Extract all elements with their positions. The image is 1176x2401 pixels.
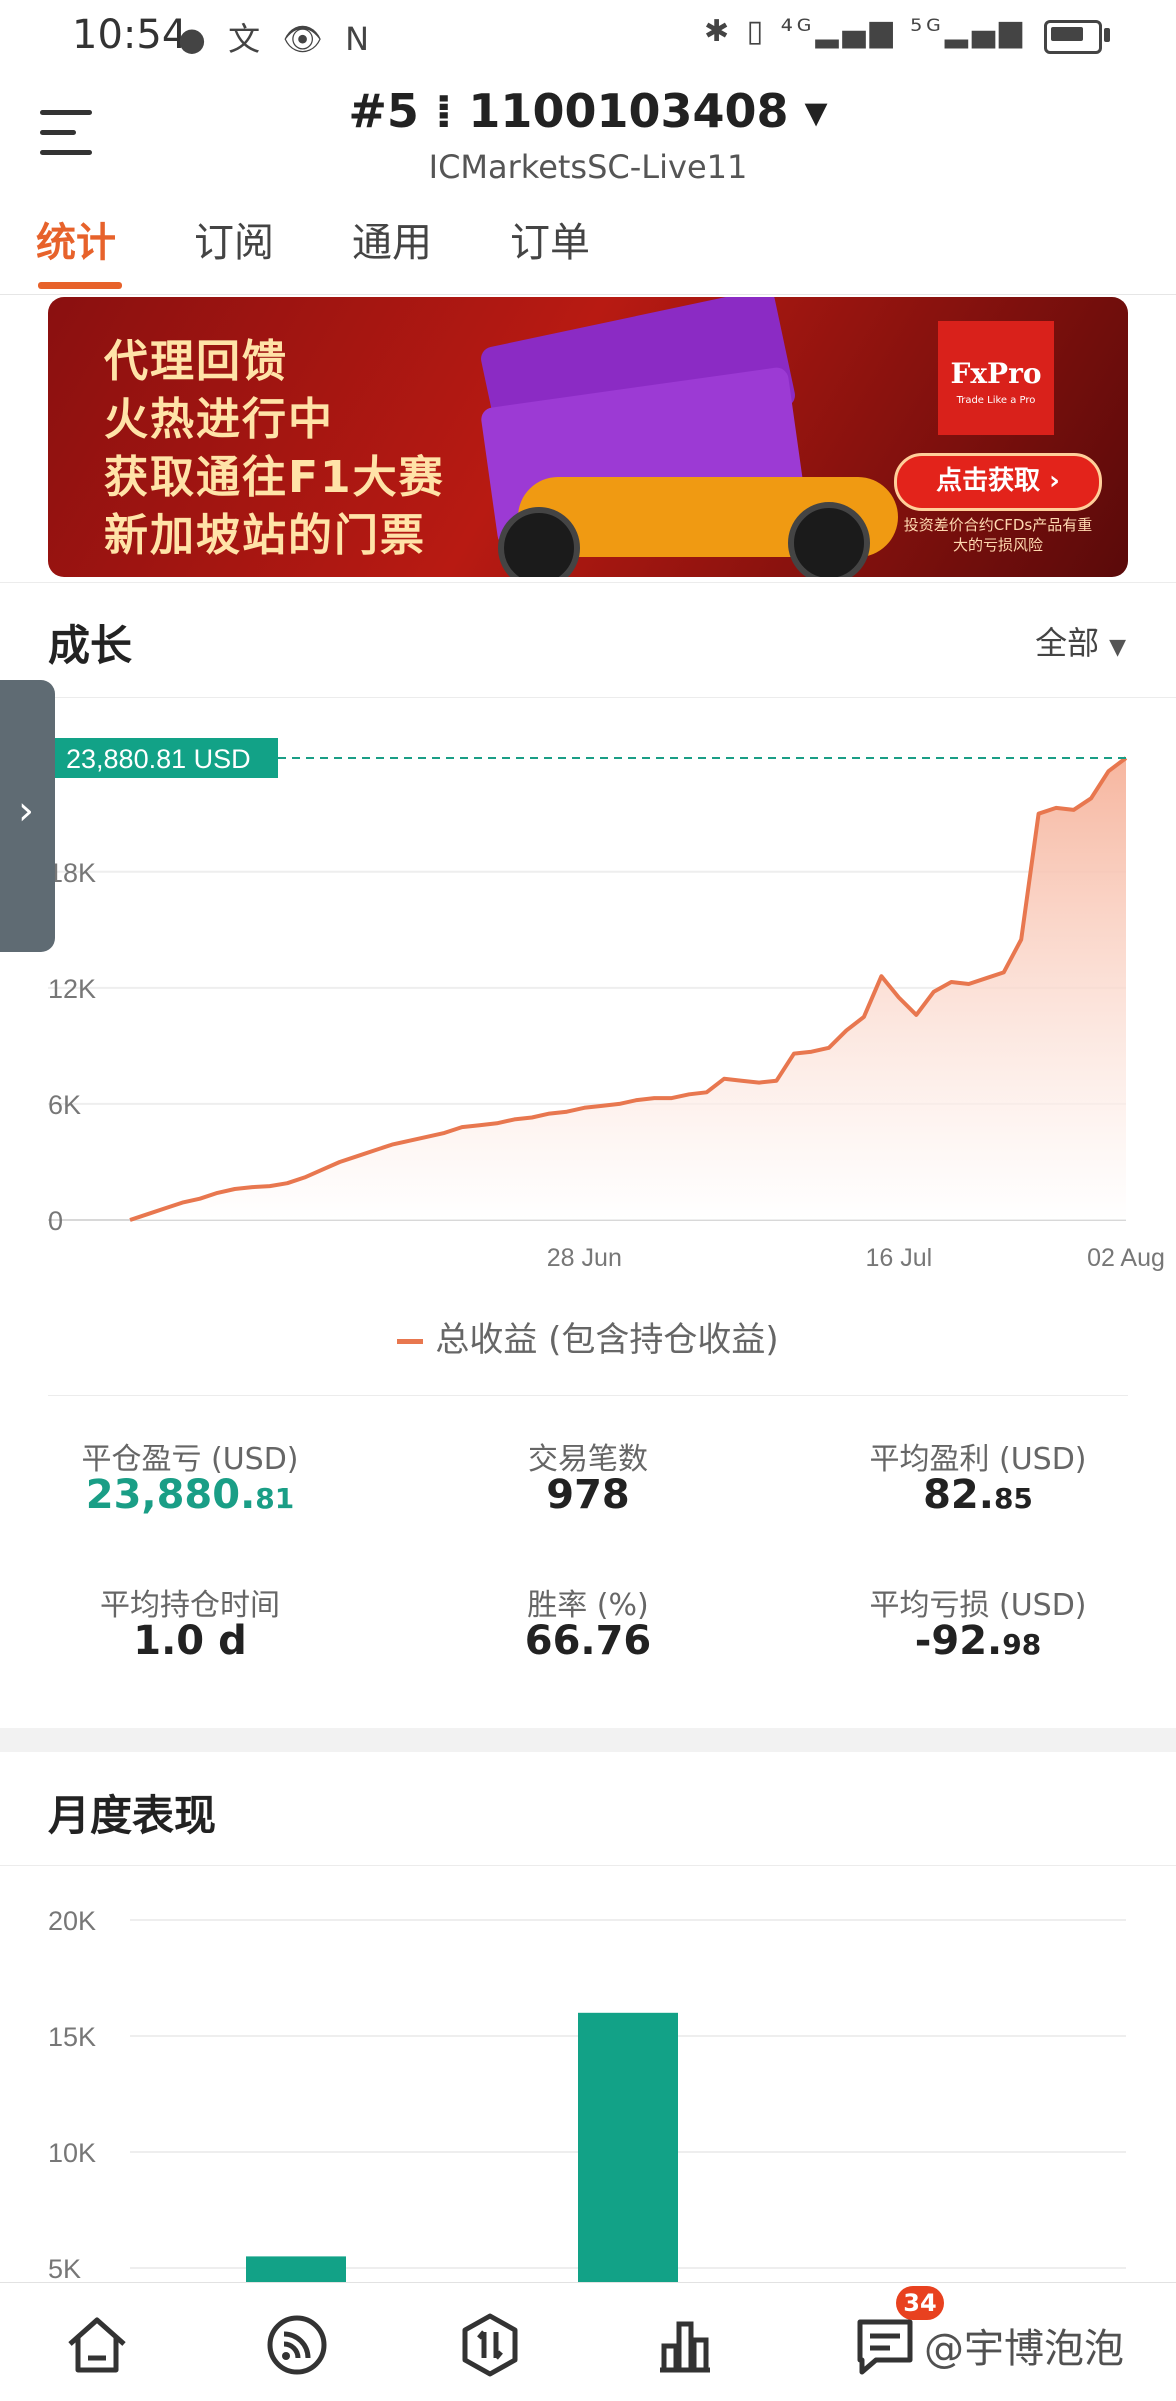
y-tick-label: 12K: [48, 974, 96, 1004]
chart-legend: 总收益 (包含持仓收益): [0, 1312, 1176, 1361]
tab-orders[interactable]: 订单: [510, 210, 590, 268]
stat-value-int: -92.: [914, 1618, 1003, 1664]
stat-value-int: 1.0 d: [133, 1618, 247, 1664]
tab-general[interactable]: 通用: [352, 210, 432, 268]
growth-chart: 0 6K 12K 18K 28 Jun 16 Jul 02 Aug 23,880.81 USD: [48, 738, 1165, 1272]
stat-value-int: 82.: [923, 1472, 994, 1518]
tab-subscribe[interactable]: 订阅: [194, 210, 274, 268]
signal-icons: ✱ ▯ ⁴ᴳ▂▄▆ ⁵ᴳ▂▄▆: [703, 14, 1026, 49]
growth-title: 成长: [48, 621, 133, 670]
stat-value-decimals: 98: [1002, 1628, 1042, 1661]
stats-grid: 平仓盈亏 (USD) 23,880.81 交易笔数 978 平均盈利 (USD) 82.8…: [0, 1420, 1176, 1720]
feed-icon[interactable]: [262, 2310, 332, 2380]
watermark: @宇博泡泡: [924, 2326, 1124, 2372]
monthly-chart: 5K 10K 15K 20K: [48, 1906, 1126, 2282]
divider: [0, 582, 1176, 583]
y-tick-label: 0: [48, 1206, 63, 1236]
stat-value: -92.98: [808, 1618, 1148, 1664]
unread-badge: 34: [896, 2286, 944, 2320]
stat-value: 1.0 d: [20, 1618, 360, 1664]
legend-swatch: [397, 1339, 424, 1344]
current-value-label: 23,880.81 USD: [66, 744, 251, 774]
status-bar: 10:54 ● 文 👁 N ✱ ▯ ⁴ᴳ▂▄▆ ⁵ᴳ▂▄▆: [0, 0, 1176, 72]
home-icon[interactable]: [62, 2310, 132, 2380]
battery-tip: [1104, 28, 1110, 42]
monthly-bar: [246, 2256, 346, 2282]
notification-icons: ● 文 👁 N: [178, 20, 376, 58]
banner-line: 火热进行中: [104, 394, 334, 445]
trade-icon[interactable]: [455, 2310, 525, 2380]
monthly-title: 月度表现: [48, 1791, 217, 1840]
range-dropdown[interactable]: 全部: [1035, 618, 1126, 664]
stat-value-decimals: 81: [255, 1482, 295, 1515]
legend-label: 总收益 (包含持仓收益): [435, 1320, 779, 1360]
active-tab-indicator: [38, 282, 122, 289]
section-gap: [0, 1728, 1176, 1752]
brand-tagline: Trade Like a Pro: [956, 395, 1036, 406]
monthly-bar: [578, 2012, 678, 2282]
fxpro-logo: FxPro Trade Like a Pro: [938, 321, 1054, 435]
x-tick-label: 28 Jun: [547, 1244, 622, 1272]
get-ticket-button[interactable]: 点击获取 ›: [894, 453, 1102, 511]
tab-statistics[interactable]: 统计: [36, 210, 116, 268]
stat-value: 66.76: [418, 1618, 758, 1664]
account-server: ICMarketsSC-Live11: [428, 148, 748, 186]
divider: [48, 1395, 1128, 1396]
stat-value-decimals: 85: [993, 1482, 1033, 1515]
banner-line: 获取通往F1大赛: [104, 452, 445, 503]
stat-value: 978: [418, 1472, 758, 1518]
promo-banner[interactable]: 代理回馈 火热进行中 获取通往F1大赛 新加坡站的门票 FxPro Trade …: [48, 297, 1128, 577]
divider: [0, 697, 1176, 698]
series-area: [130, 758, 1126, 1220]
y-tick-label: 6K: [48, 1090, 81, 1120]
risk-disclaimer: 投资差价合约CFDs产品有重大的亏损风险: [903, 516, 1093, 554]
y-tick-label: 10K: [48, 2138, 96, 2168]
status-time: 10:54: [72, 12, 188, 58]
y-tick-label: 20K: [48, 1906, 96, 1936]
chart-icon[interactable]: [650, 2310, 720, 2380]
x-tick-label: 02 Aug: [1087, 1244, 1165, 1272]
stat-value-int: 978: [546, 1472, 630, 1518]
messages-icon[interactable]: [850, 2310, 920, 2380]
stat-value: 23,880.81: [20, 1472, 360, 1518]
banner-line: 新加坡站的门票: [104, 510, 426, 561]
chevron-right-icon: ›: [18, 788, 34, 834]
y-tick-label: 5K: [48, 2254, 81, 2282]
tab-bar: 统计 订阅 通用 订单: [0, 210, 1176, 295]
side-drawer-handle[interactable]: ›: [0, 680, 55, 952]
banner-text: 代理回馈 火热进行中 获取通往F1大赛 新加坡站的门票: [104, 333, 445, 565]
stat-value-int: 66.76: [524, 1618, 652, 1664]
x-tick-label: 16 Jul: [865, 1244, 932, 1272]
banner-line: 代理回馈: [104, 336, 288, 387]
brand-name: FxPro: [950, 357, 1042, 390]
y-tick-label: 18K: [48, 858, 96, 888]
battery-icon: [1044, 20, 1102, 54]
stat-value-int: 23,880.: [85, 1472, 256, 1518]
car-wheel: [788, 502, 870, 577]
y-tick-label: 15K: [48, 2022, 96, 2052]
stat-value: 82.85: [808, 1472, 1148, 1518]
account-selector[interactable]: #5 ⁞ 1100103408 ▾: [0, 84, 1176, 138]
